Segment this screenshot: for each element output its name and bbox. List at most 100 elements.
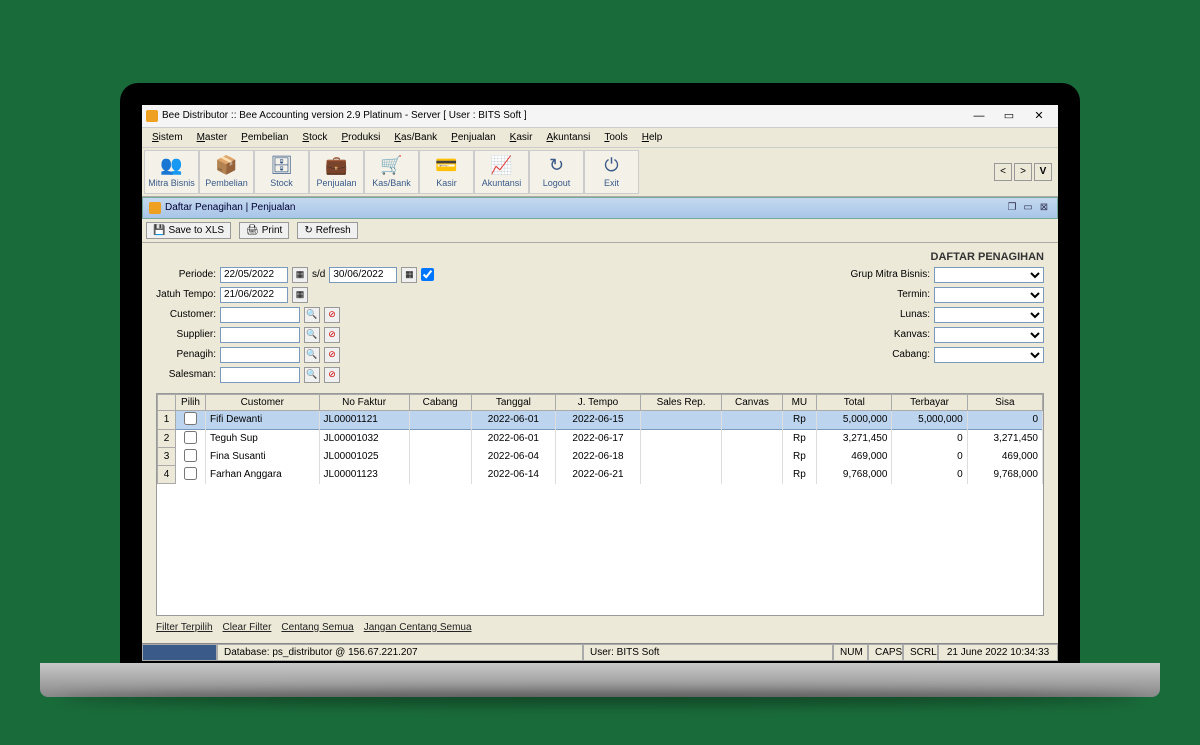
- minimize-button[interactable]: —: [964, 107, 994, 125]
- nav-prev-button[interactable]: <: [994, 163, 1012, 181]
- periode-from-input[interactable]: [220, 267, 288, 283]
- print-button[interactable]: 🖨Print: [239, 222, 289, 239]
- clear-icon[interactable]: ⊘: [324, 367, 340, 383]
- mitra bisnis-icon: 👥: [160, 155, 182, 176]
- col-cabang[interactable]: Cabang: [409, 394, 471, 410]
- close-button[interactable]: ✕: [1024, 107, 1054, 125]
- menu-kasir[interactable]: Kasir: [504, 130, 539, 145]
- status-caps: CAPS: [868, 644, 903, 661]
- refresh-icon: ↻: [304, 225, 312, 236]
- supplier-input[interactable]: [220, 327, 300, 343]
- nav-v-button[interactable]: V: [1034, 163, 1052, 181]
- col-mu[interactable]: MU: [782, 394, 817, 410]
- row-checkbox[interactable]: [184, 467, 197, 480]
- salesman-input[interactable]: [220, 367, 300, 383]
- toolbar-pembelian[interactable]: 📦Pembelian: [199, 150, 254, 194]
- periode-to-input[interactable]: [329, 267, 397, 283]
- status-bar: Database: ps_distributor @ 156.67.221.20…: [142, 643, 1058, 661]
- grup-select[interactable]: [934, 267, 1044, 283]
- col-total[interactable]: Total: [817, 394, 892, 410]
- centang-semua-link[interactable]: Centang Semua: [281, 622, 353, 633]
- search-icon[interactable]: 🔍: [304, 347, 320, 363]
- row-checkbox[interactable]: [184, 412, 197, 425]
- table-row[interactable]: 1Fifi DewantiJL000011212022-06-012022-06…: [158, 410, 1043, 429]
- menu-produksi[interactable]: Produksi: [335, 130, 386, 145]
- mdi-restore-button[interactable]: ❐: [1005, 201, 1019, 215]
- supplier-label: Supplier:: [156, 329, 216, 340]
- clear-icon[interactable]: ⊘: [324, 347, 340, 363]
- save-xls-button[interactable]: 💾Save to XLS: [146, 222, 231, 239]
- row-checkbox[interactable]: [184, 449, 197, 462]
- penagih-label: Penagih:: [156, 349, 216, 360]
- penjualan-icon: 💼: [325, 155, 347, 176]
- salesman-label: Salesman:: [156, 369, 216, 380]
- kanvas-select[interactable]: [934, 327, 1044, 343]
- search-icon[interactable]: 🔍: [304, 307, 320, 323]
- status-time: 21 June 2022 10:34:33: [938, 644, 1058, 661]
- calendar-icon[interactable]: ▦: [292, 287, 308, 303]
- col-canvas[interactable]: Canvas: [722, 394, 782, 410]
- menu-stock[interactable]: Stock: [296, 130, 333, 145]
- jangan-centang-link[interactable]: Jangan Centang Semua: [364, 622, 472, 633]
- table-row[interactable]: 3Fina SusantiJL000010252022-06-042022-06…: [158, 448, 1043, 466]
- periode-checkbox[interactable]: [421, 268, 434, 281]
- customer-input[interactable]: [220, 307, 300, 323]
- menu-sistem[interactable]: Sistem: [146, 130, 189, 145]
- jatuh-tempo-input[interactable]: [220, 287, 288, 303]
- menu-master[interactable]: Master: [191, 130, 234, 145]
- penagih-input[interactable]: [220, 347, 300, 363]
- action-bar: 💾Save to XLS 🖨Print ↻Refresh: [142, 219, 1058, 243]
- cabang-label: Cabang:: [845, 349, 930, 360]
- toolbar-penjualan[interactable]: 💼Penjualan: [309, 150, 364, 194]
- menu-tools[interactable]: Tools: [598, 130, 633, 145]
- toolbar-mitrabisnis[interactable]: 👥Mitra Bisnis: [144, 150, 199, 194]
- clear-icon[interactable]: ⊘: [324, 307, 340, 323]
- nav-next-button[interactable]: >: [1014, 163, 1032, 181]
- menu-help[interactable]: Help: [636, 130, 669, 145]
- col-customer[interactable]: Customer: [206, 394, 320, 410]
- toolbar-stock[interactable]: 🗄Stock: [254, 150, 309, 194]
- toolbar-akuntansi[interactable]: 📈Akuntansi: [474, 150, 529, 194]
- toolbar-logout[interactable]: ↻Logout: [529, 150, 584, 194]
- exit-icon: ⏻: [604, 155, 618, 176]
- calendar-icon[interactable]: ▦: [292, 267, 308, 283]
- table-row[interactable]: 2Teguh SupJL000010322022-06-012022-06-17…: [158, 429, 1043, 448]
- table-row[interactable]: 4Farhan AnggaraJL000011232022-06-142022-…: [158, 466, 1043, 484]
- termin-label: Termin:: [845, 289, 930, 300]
- menu-pembelian[interactable]: Pembelian: [235, 130, 294, 145]
- col-tanggal[interactable]: Tanggal: [471, 394, 556, 410]
- col-nofaktur[interactable]: No Faktur: [319, 394, 409, 410]
- row-checkbox[interactable]: [184, 431, 197, 444]
- lunas-select[interactable]: [934, 307, 1044, 323]
- status-scrl: SCRL: [903, 644, 938, 661]
- menu-kas/bank[interactable]: Kas/Bank: [388, 130, 443, 145]
- toolbar-exit[interactable]: ⏻Exit: [584, 150, 639, 194]
- menu-penjualan[interactable]: Penjualan: [445, 130, 501, 145]
- cabang-select[interactable]: [934, 347, 1044, 363]
- status-user: User: BITS Soft: [583, 644, 833, 661]
- menu-akuntansi[interactable]: Akuntansi: [540, 130, 596, 145]
- printer-icon: 🖨: [246, 225, 259, 236]
- clear-filter-link[interactable]: Clear Filter: [223, 622, 272, 633]
- refresh-button[interactable]: ↻Refresh: [297, 222, 357, 239]
- termin-select[interactable]: [934, 287, 1044, 303]
- main-toolbar: 👥Mitra Bisnis📦Pembelian🗄Stock💼Penjualan🛒…: [142, 148, 1058, 197]
- disk-icon: 💾: [153, 225, 165, 236]
- calendar-icon[interactable]: ▦: [401, 267, 417, 283]
- col-salesrep[interactable]: Sales Rep.: [640, 394, 721, 410]
- clear-icon[interactable]: ⊘: [324, 327, 340, 343]
- search-icon[interactable]: 🔍: [304, 327, 320, 343]
- search-icon[interactable]: 🔍: [304, 367, 320, 383]
- toolbar-kasbank[interactable]: 🛒Kas/Bank: [364, 150, 419, 194]
- col-terbayar[interactable]: Terbayar: [892, 394, 967, 410]
- mdi-max-button[interactable]: ▭: [1021, 201, 1035, 215]
- mdi-close-button[interactable]: ⊠: [1037, 201, 1051, 215]
- maximize-button[interactable]: ▭: [994, 107, 1024, 125]
- filter-terpilih-link[interactable]: Filter Terpilih: [156, 622, 213, 633]
- status-database: Database: ps_distributor @ 156.67.221.20…: [217, 644, 583, 661]
- col-jtempo[interactable]: J. Tempo: [556, 394, 641, 410]
- col-sisa[interactable]: Sisa: [967, 394, 1042, 410]
- col-pilih[interactable]: Pilih: [176, 394, 206, 410]
- data-grid[interactable]: PilihCustomerNo FakturCabangTanggalJ. Te…: [156, 393, 1044, 616]
- toolbar-kasir[interactable]: 💳Kasir: [419, 150, 474, 194]
